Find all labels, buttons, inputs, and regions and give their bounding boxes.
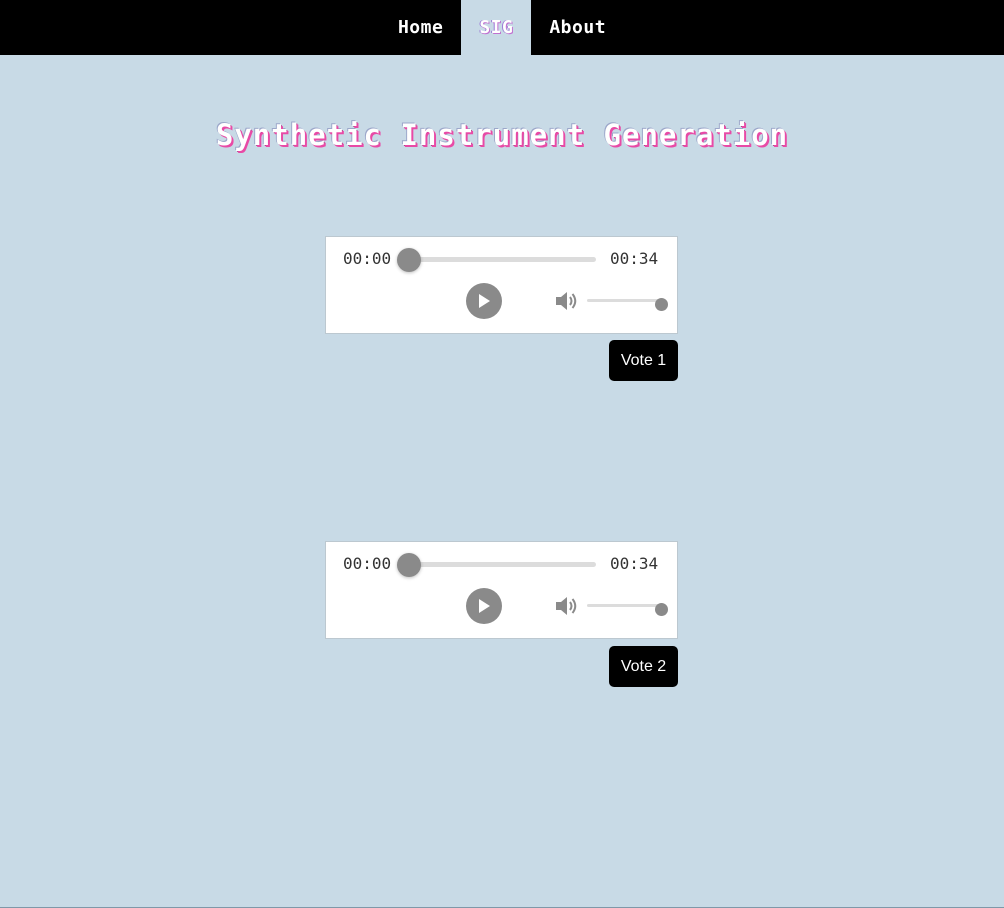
volume-slider[interactable] xyxy=(587,604,663,607)
duration: 00:34 xyxy=(610,554,659,573)
page-title: Synthetic Instrument Generation xyxy=(215,118,789,152)
volume-slider[interactable] xyxy=(587,299,663,302)
volume-handle[interactable] xyxy=(655,298,668,311)
audio-player-2: 00:00 00:34 xyxy=(325,541,678,639)
vote-2-button[interactable]: Vote 2 xyxy=(609,646,678,687)
nav-item-sig[interactable]: SIG xyxy=(461,0,532,55)
current-time: 00:00 xyxy=(343,554,392,573)
play-button[interactable] xyxy=(466,283,502,319)
seek-bar[interactable] xyxy=(409,257,596,262)
current-time: 00:00 xyxy=(343,249,392,268)
play-icon xyxy=(479,294,490,308)
vote-1-button[interactable]: Vote 1 xyxy=(609,340,678,381)
seek-handle[interactable] xyxy=(397,553,421,577)
nav-item-about[interactable]: About xyxy=(531,0,624,55)
seek-bar[interactable] xyxy=(409,562,596,567)
volume-icon[interactable] xyxy=(553,593,579,619)
volume-icon[interactable] xyxy=(553,288,579,314)
duration: 00:34 xyxy=(610,249,659,268)
audio-player-1: 00:00 00:34 xyxy=(325,236,678,334)
nav-item-home[interactable]: Home xyxy=(380,0,461,55)
seek-handle[interactable] xyxy=(397,248,421,272)
top-navbar: Home SIG About xyxy=(0,0,1004,55)
volume-handle[interactable] xyxy=(655,603,668,616)
play-button[interactable] xyxy=(466,588,502,624)
play-icon xyxy=(479,599,490,613)
